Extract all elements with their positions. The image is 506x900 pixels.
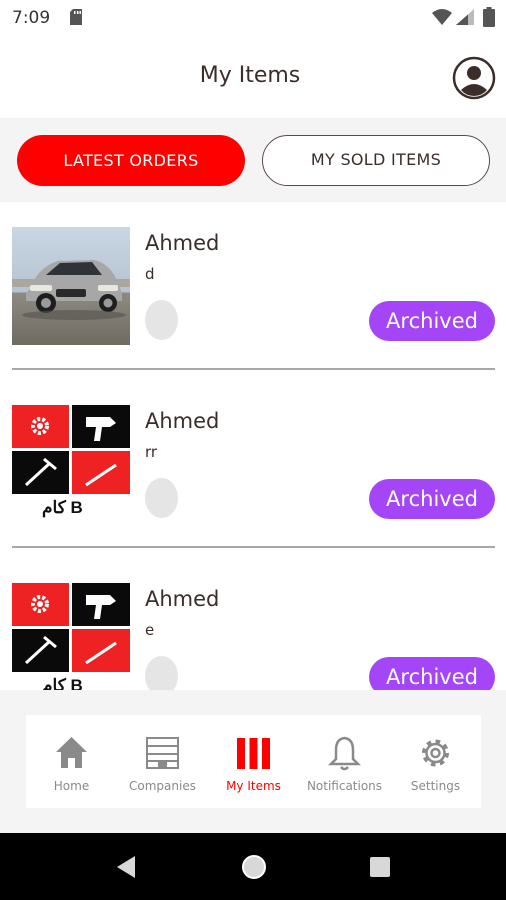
status-badge: Archived [369,301,495,341]
nav-label: Companies [129,779,196,793]
logo-text: كام B [42,498,83,517]
item-name: Ahmed [145,231,220,255]
item-image: كام B [12,583,130,690]
avatar [145,300,178,340]
account-circle-icon [452,56,496,100]
status-badge: Archived [369,657,495,690]
nav-home[interactable]: Home [26,715,117,808]
nav-label: Notifications [306,779,383,793]
list-item[interactable]: كام B Ahmed e Archived [0,558,506,690]
item-image: كام B [12,405,130,523]
item-name: Ahmed [145,409,220,433]
item-description: e [145,621,155,639]
nav-label: Settings [410,779,461,793]
wifi-icon [432,9,452,25]
items-icon [237,738,270,769]
status-bar: 7:09 [0,0,506,36]
signal-icon [456,9,474,25]
avatar [145,656,178,690]
sd-card-icon [70,9,82,25]
logo-text: كام B [42,676,83,691]
items-list[interactable]: Ahmed d Archived كام B Ahmed rr Archived… [0,202,506,690]
list-item[interactable]: Ahmed d Archived [0,202,506,380]
recent-apps-icon[interactable] [369,856,391,878]
nav-label: Home [53,779,90,793]
gear-icon [422,739,449,767]
building-icon [146,737,179,769]
bottom-nav: Home Companies My Items Notifications Se… [26,715,481,808]
car-photo [12,227,130,345]
item-name: Ahmed [145,587,220,611]
nav-label: My Items [226,779,281,793]
battery-icon [483,7,495,27]
home-icon [56,737,87,768]
divider [12,546,495,548]
item-image [12,227,130,345]
item-description: d [145,265,155,283]
nav-companies[interactable]: Companies [117,715,208,808]
list-item[interactable]: كام B Ahmed rr Archived [0,380,506,558]
avatar [145,478,178,518]
profile-button[interactable] [452,56,496,100]
nav-my-items[interactable]: My Items [208,715,299,808]
status-badge: Archived [369,479,495,519]
system-nav-bar [0,833,506,900]
nav-settings[interactable]: Settings [390,715,481,808]
tab-strip: LATEST ORDERS MY SOLD ITEMS [0,118,506,202]
bell-icon [328,736,361,771]
divider [12,368,495,370]
bottom-nav-area: Home Companies My Items Notifications Se… [0,690,506,833]
status-time: 7:09 [12,8,51,28]
back-icon[interactable] [115,855,137,879]
tab-latest-orders[interactable]: LATEST ORDERS [17,135,245,186]
nav-notifications[interactable]: Notifications [299,715,390,808]
home-circle-icon[interactable] [241,854,267,880]
item-description: rr [145,443,158,461]
tab-my-sold-items[interactable]: MY SOLD ITEMS [262,135,490,186]
app-bar: My Items [0,36,506,118]
page-title: My Items [199,63,301,88]
tools-logo [12,583,130,690]
